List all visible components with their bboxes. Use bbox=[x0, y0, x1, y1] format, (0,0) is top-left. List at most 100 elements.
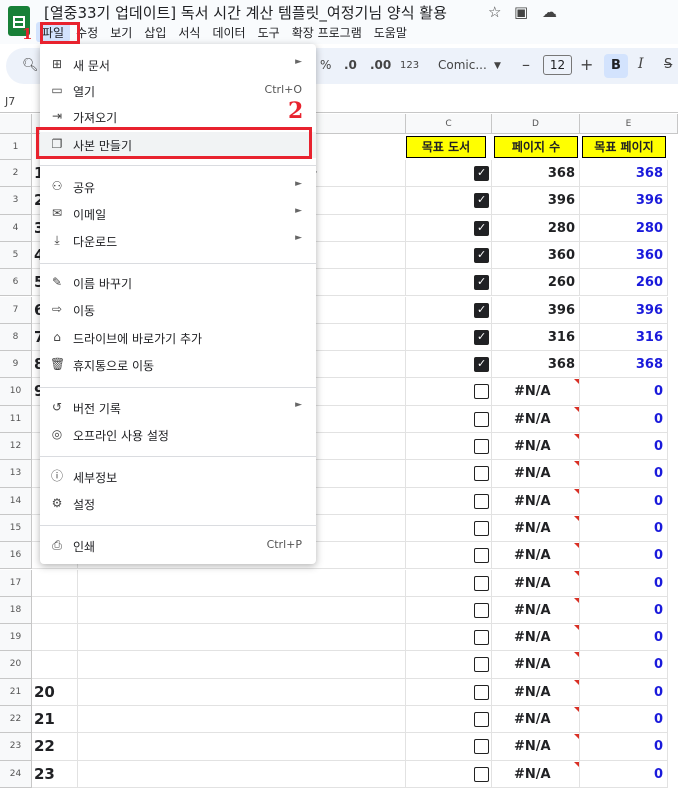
goal-page-cell[interactable]: 0 bbox=[580, 706, 668, 734]
row-header[interactable]: 23 bbox=[0, 733, 32, 761]
menu-6[interactable]: 도구 bbox=[252, 22, 286, 42]
title-cell[interactable] bbox=[78, 678, 406, 706]
menu-item-12[interactable]: ◎ 오프라인 사용 설정 bbox=[40, 422, 316, 448]
search-menus-icon[interactable]: 🔍︎ bbox=[22, 58, 39, 73]
increase-decimal-button[interactable]: .00 bbox=[370, 58, 391, 72]
menu-4[interactable]: 서식 bbox=[172, 22, 206, 42]
menu-item-11[interactable]: ↺ 버전 기록 ► bbox=[40, 395, 316, 421]
menu-3[interactable]: 삽입 bbox=[138, 22, 172, 42]
goal-page-cell[interactable]: 0 bbox=[580, 378, 668, 406]
column-header-c[interactable]: C bbox=[406, 114, 492, 134]
checkbox-cell[interactable] bbox=[406, 296, 492, 324]
checkbox[interactable] bbox=[474, 575, 489, 591]
checkbox[interactable] bbox=[474, 247, 489, 263]
goal-page-cell[interactable]: 0 bbox=[580, 624, 668, 652]
checkbox[interactable] bbox=[474, 466, 489, 482]
row-header[interactable]: 15 bbox=[0, 514, 32, 543]
increase-font-size-button[interactable]: + bbox=[580, 55, 593, 74]
row-header[interactable]: 8 bbox=[0, 323, 32, 352]
page-count-cell[interactable]: 368 bbox=[492, 160, 580, 188]
checkbox-cell[interactable] bbox=[406, 214, 492, 242]
checkbox-cell[interactable] bbox=[406, 678, 492, 706]
goal-page-cell[interactable]: 368 bbox=[580, 160, 668, 188]
goal-page-cell[interactable]: 0 bbox=[580, 678, 668, 706]
goal-page-cell[interactable]: 260 bbox=[580, 269, 668, 297]
move-folder-icon[interactable]: ▣ bbox=[514, 3, 528, 21]
header-cell-goal-books[interactable]: 목표 도서 bbox=[406, 136, 486, 158]
row-header[interactable]: 20 bbox=[0, 651, 32, 679]
row-header[interactable]: 11 bbox=[0, 405, 32, 433]
checkbox[interactable] bbox=[474, 684, 489, 700]
row-number-cell[interactable] bbox=[32, 651, 78, 679]
page-count-cell[interactable]: #N/A bbox=[492, 487, 580, 515]
row-header[interactable]: 6 bbox=[0, 269, 32, 297]
title-cell[interactable] bbox=[78, 596, 406, 625]
checkbox-cell[interactable] bbox=[406, 241, 492, 270]
page-count-cell[interactable]: #N/A bbox=[492, 678, 580, 706]
checkbox-cell[interactable] bbox=[406, 733, 492, 761]
page-count-cell[interactable]: 368 bbox=[492, 351, 580, 379]
header-cell-page-count[interactable]: 페이지 수 bbox=[494, 136, 578, 158]
menu-8[interactable]: 도움말 bbox=[368, 22, 413, 42]
checkbox-cell[interactable] bbox=[406, 160, 492, 188]
goal-page-cell[interactable]: 0 bbox=[580, 514, 668, 543]
goal-page-cell[interactable]: 0 bbox=[580, 542, 668, 570]
goal-page-cell[interactable]: 0 bbox=[580, 433, 668, 461]
menu-2[interactable]: 보기 bbox=[104, 22, 138, 42]
decrease-font-size-button[interactable]: – bbox=[522, 55, 530, 74]
checkbox-cell[interactable] bbox=[406, 378, 492, 406]
percent-format-button[interactable]: % bbox=[320, 58, 331, 72]
select-all-corner[interactable] bbox=[0, 114, 32, 134]
checkbox[interactable] bbox=[474, 329, 489, 345]
row-header[interactable]: 2 bbox=[0, 160, 32, 188]
goal-page-cell[interactable]: 316 bbox=[580, 323, 668, 352]
title-cell[interactable] bbox=[78, 733, 406, 761]
row-number-cell[interactable]: 23 bbox=[32, 760, 78, 788]
checkbox[interactable] bbox=[474, 712, 489, 727]
checkbox[interactable] bbox=[474, 275, 489, 291]
goal-page-cell[interactable]: 360 bbox=[580, 241, 668, 270]
row-header[interactable]: 3 bbox=[0, 187, 32, 215]
font-select[interactable]: Comic... bbox=[438, 58, 487, 72]
menu-item-6[interactable]: ⤓ 다운로드 ► bbox=[40, 228, 316, 254]
checkbox[interactable] bbox=[474, 357, 489, 373]
row-header[interactable]: 5 bbox=[0, 241, 32, 270]
row-header[interactable]: 18 bbox=[0, 596, 32, 625]
checkbox[interactable] bbox=[474, 439, 489, 454]
checkbox-cell[interactable] bbox=[406, 651, 492, 679]
checkbox[interactable] bbox=[474, 411, 489, 427]
checkbox-cell[interactable] bbox=[406, 351, 492, 379]
checkbox-cell[interactable] bbox=[406, 323, 492, 352]
checkbox[interactable] bbox=[474, 602, 489, 618]
page-count-cell[interactable]: #N/A bbox=[492, 460, 580, 488]
title-cell[interactable] bbox=[78, 706, 406, 734]
menu-item-7[interactable]: ✎ 이름 바꾸기 bbox=[40, 270, 316, 296]
checkbox-cell[interactable] bbox=[406, 187, 492, 215]
row-header[interactable]: 21 bbox=[0, 678, 32, 706]
page-count-cell[interactable]: 316 bbox=[492, 323, 580, 352]
checkbox-cell[interactable] bbox=[406, 514, 492, 543]
page-count-cell[interactable]: #N/A bbox=[492, 378, 580, 406]
page-count-cell[interactable]: #N/A bbox=[492, 569, 580, 597]
strikethrough-button[interactable]: S bbox=[664, 57, 672, 72]
row-header[interactable]: 14 bbox=[0, 487, 32, 515]
title-cell[interactable] bbox=[78, 760, 406, 788]
row-number-cell[interactable] bbox=[32, 569, 78, 597]
goal-page-cell[interactable]: 0 bbox=[580, 487, 668, 515]
title-cell[interactable] bbox=[78, 651, 406, 679]
menu-item-1[interactable]: ▭ 열기 Ctrl+O bbox=[40, 78, 316, 104]
name-box[interactable]: J7 bbox=[5, 95, 15, 108]
row-header[interactable]: 9 bbox=[0, 351, 32, 379]
checkbox[interactable] bbox=[474, 766, 489, 782]
checkbox-cell[interactable] bbox=[406, 460, 492, 488]
checkbox-cell[interactable] bbox=[406, 542, 492, 570]
title-cell[interactable] bbox=[78, 569, 406, 597]
star-icon[interactable]: ☆ bbox=[488, 3, 501, 21]
menu-5[interactable]: 데이터 bbox=[206, 22, 251, 42]
checkbox-cell[interactable] bbox=[406, 433, 492, 461]
checkbox-cell[interactable] bbox=[406, 569, 492, 597]
goal-page-cell[interactable]: 0 bbox=[580, 651, 668, 679]
page-count-cell[interactable]: 396 bbox=[492, 296, 580, 324]
font-chevron-down-icon[interactable]: ▼ bbox=[494, 61, 501, 71]
checkbox-cell[interactable] bbox=[406, 760, 492, 788]
